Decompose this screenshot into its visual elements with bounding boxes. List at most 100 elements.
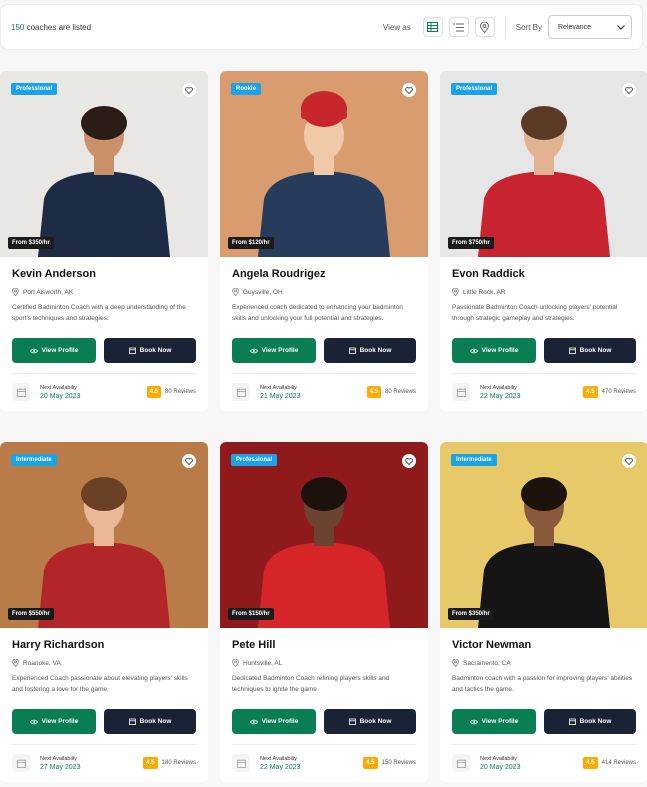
review-count[interactable]: 470 Reviews — [602, 389, 636, 395]
book-now-button[interactable]: Book Now — [544, 709, 636, 734]
next-availability-date: 21 May 2023 — [260, 392, 301, 400]
coach-photo[interactable]: Rookie From $120/hr — [220, 71, 428, 257]
book-now-button[interactable]: Book Now — [104, 338, 196, 363]
coach-name[interactable]: Victor Newman — [452, 639, 636, 651]
book-now-label: Book Now — [139, 347, 172, 354]
calendar-icon — [348, 347, 356, 354]
view-profile-label: View Profile — [481, 347, 519, 354]
review-count[interactable]: 414 Reviews — [602, 760, 636, 766]
coach-card[interactable]: Intermediate From $350/hr Victor Newman … — [440, 442, 647, 782]
eye-icon — [469, 348, 478, 353]
coach-description: Experienced coach dedicated to enhancing… — [232, 304, 403, 322]
book-now-button[interactable]: Book Now — [544, 338, 636, 363]
favorite-button[interactable] — [622, 83, 636, 97]
book-now-button[interactable]: Book Now — [324, 338, 416, 363]
coach-name[interactable]: Pete Hill — [232, 639, 416, 651]
location-pin-icon — [12, 288, 19, 296]
coach-name[interactable]: Kevin Anderson — [12, 268, 196, 280]
heart-icon — [625, 86, 633, 94]
view-profile-button[interactable]: View Profile — [12, 338, 96, 363]
coach-card[interactable]: Professional From $350/hr Kevin Anderson… — [0, 71, 208, 411]
card-actions: View Profile Book Now — [452, 338, 636, 363]
list-view-button[interactable] — [448, 17, 469, 37]
coach-name[interactable]: Angela Roudrigez — [232, 268, 416, 280]
sort-select-value: Relevance — [558, 23, 592, 31]
level-badge: Intermediate — [451, 454, 497, 466]
favorite-button[interactable] — [182, 454, 196, 468]
eye-icon — [469, 719, 478, 724]
coach-photo[interactable]: Professional From $350/hr — [0, 71, 208, 257]
view-profile-button[interactable]: View Profile — [452, 709, 536, 734]
coach-photo[interactable]: Intermediate From $350/hr — [440, 442, 647, 628]
rating-score: 4.5 — [366, 386, 381, 398]
coach-card-body: Kevin Anderson Port Alsworth, AK Certifi… — [0, 257, 208, 411]
favorite-button[interactable] — [622, 454, 636, 468]
view-profile-button[interactable]: View Profile — [12, 709, 96, 734]
location-pin-icon — [452, 288, 459, 296]
sort-select[interactable]: Relevance — [548, 15, 632, 39]
level-badge: Intermediate — [11, 454, 57, 466]
coach-location-text: Sacramento, CA — [463, 659, 511, 667]
chevron-down-icon — [617, 24, 625, 30]
rating-score: 4.5 — [583, 757, 598, 769]
card-actions: View Profile Book Now — [12, 709, 196, 734]
book-now-label: Book Now — [139, 718, 172, 725]
coach-photo[interactable]: Professional From $150/hr — [220, 442, 428, 628]
availability-calendar-icon — [12, 383, 30, 401]
list-view-icon — [453, 23, 465, 31]
results-count: 150 coaches are listed — [11, 22, 92, 32]
coach-photo[interactable]: Professional From $750/hr — [440, 71, 647, 257]
card-footer: Next Availabiliy 21 May 2023 4.5 80 Revi… — [232, 374, 416, 411]
view-profile-label: View Profile — [41, 347, 79, 354]
price-tag: From $350/hr — [448, 608, 494, 620]
review-count[interactable]: 80 Reviews — [385, 389, 416, 395]
coach-location: Sacramento, CA — [452, 659, 636, 667]
view-profile-button[interactable]: View Profile — [452, 338, 536, 363]
coach-card[interactable]: Professional From $750/hr Evon Raddick L… — [440, 71, 647, 411]
coach-location: Huntsville, AL — [232, 659, 416, 667]
grid-view-button[interactable] — [422, 17, 443, 37]
book-now-label: Book Now — [359, 347, 392, 354]
heart-icon — [405, 86, 413, 94]
grid-view-icon — [427, 22, 439, 32]
book-now-button[interactable]: Book Now — [104, 709, 196, 734]
review-count[interactable]: 80 Reviews — [165, 389, 196, 395]
book-now-label: Book Now — [579, 347, 612, 354]
coach-photo[interactable]: Intermediate From $550/hr — [0, 442, 208, 628]
view-profile-button[interactable]: View Profile — [232, 709, 316, 734]
rating: 4.5 470 Reviews — [583, 386, 636, 398]
next-availability: Next Availabiliy 21 May 2023 — [260, 385, 300, 400]
favorite-button[interactable] — [402, 83, 416, 97]
map-view-button[interactable] — [474, 17, 495, 37]
price-tag: From $150/hr — [228, 608, 274, 620]
coach-location: Roanoke, VA — [12, 659, 196, 667]
view-profile-button[interactable]: View Profile — [232, 338, 316, 363]
location-pin-icon — [12, 659, 19, 667]
next-availability-label: Next Availabiliy — [260, 755, 297, 762]
review-count[interactable]: 180 Reviews — [162, 760, 196, 766]
coach-name[interactable]: Harry Richardson — [12, 639, 196, 651]
favorite-button[interactable] — [402, 454, 416, 468]
coach-card[interactable]: Rookie From $120/hr Angela Roudrigez Guy… — [220, 71, 428, 411]
coach-location-text: Little Rock, AR — [463, 288, 506, 296]
next-availability-date: 20 May 2023 — [40, 392, 81, 400]
coach-portrait — [220, 442, 428, 628]
coach-portrait — [220, 71, 428, 257]
book-now-button[interactable]: Book Now — [324, 709, 416, 734]
view-as-label: View as — [382, 22, 411, 32]
next-availability-label: Next Availabiliy — [40, 755, 77, 762]
price-tag: From $550/hr — [8, 608, 54, 620]
location-pin-icon — [232, 659, 239, 667]
eye-icon — [29, 719, 38, 724]
coach-location: Port Alsworth, AK — [12, 288, 196, 296]
coach-card[interactable]: Intermediate From $550/hr Harry Richards… — [0, 442, 208, 782]
review-count[interactable]: 150 Reviews — [382, 760, 416, 766]
book-now-label: Book Now — [359, 718, 392, 725]
coach-card[interactable]: Professional From $150/hr Pete Hill Hunt… — [220, 442, 428, 782]
coach-name[interactable]: Evon Raddick — [452, 268, 636, 280]
next-availability-date: 27 May 2023 — [40, 763, 81, 771]
card-footer: Next Availabiliy 27 May 2023 4.5 180 Rev… — [12, 745, 196, 782]
favorite-button[interactable] — [182, 83, 196, 97]
coach-portrait — [440, 442, 647, 628]
results-toolbar: 150 coaches are listed View as Sort By R… — [0, 4, 643, 50]
